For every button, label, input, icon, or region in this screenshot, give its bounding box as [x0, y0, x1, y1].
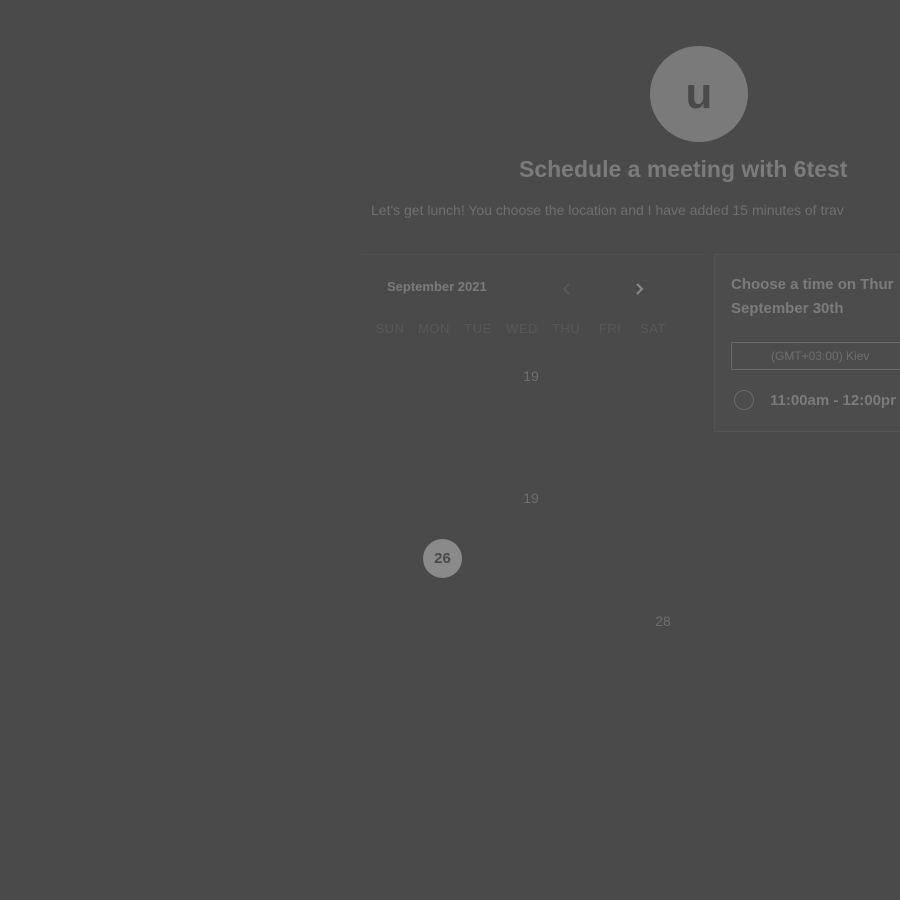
calendar-panel: September 2021 SUN MON TUE WED THU FRI S…: [362, 254, 704, 651]
time-panel-heading-line1: Choose a time on Thur: [731, 276, 894, 293]
chevron-left-icon: [562, 283, 570, 295]
weekday-tue: TUE: [464, 321, 492, 336]
month-label: September 2021: [387, 279, 487, 294]
page-title: Schedule a meeting with 6test: [519, 156, 848, 182]
previous-month-button[interactable]: [555, 277, 579, 301]
time-selection-panel: Choose a time on Thur September 30th (GM…: [714, 254, 900, 432]
calendar-day-selected[interactable]: 26: [423, 539, 462, 578]
chevron-right-icon: [636, 283, 644, 295]
weekday-fri: FRI: [598, 321, 622, 336]
calendar-day[interactable]: 19: [511, 356, 551, 396]
time-panel-heading-line2: September 30th: [731, 300, 844, 317]
time-panel-heading: Choose a time on Thur September 30th: [731, 273, 900, 321]
time-slot-label: 11:00am - 12:00pr: [770, 391, 896, 409]
calendar-day[interactable]: 19: [511, 478, 551, 518]
next-month-button[interactable]: [627, 277, 651, 301]
weekday-header: SUN MON TUE WED THU FRI SAT: [362, 321, 672, 341]
calendar-day[interactable]: 28: [643, 601, 683, 641]
timezone-select[interactable]: (GMT+03:00) Kiev: [731, 342, 900, 370]
radio-icon[interactable]: [734, 390, 754, 410]
avatar-letter: u: [685, 69, 713, 118]
meeting-description: Let's get lunch! You choose the location…: [371, 202, 844, 218]
weekday-thu: THU: [551, 321, 581, 336]
host-avatar: u: [650, 46, 748, 142]
weekday-wed: WED: [506, 321, 538, 336]
scheduling-page: u Schedule a meeting with 6test Let's ge…: [0, 0, 900, 900]
weekday-sun: SUN: [375, 321, 405, 336]
time-slot[interactable]: 11:00am - 12:00pr: [734, 390, 896, 410]
weekday-mon: MON: [418, 321, 450, 336]
weekday-sat: SAT: [640, 321, 666, 336]
